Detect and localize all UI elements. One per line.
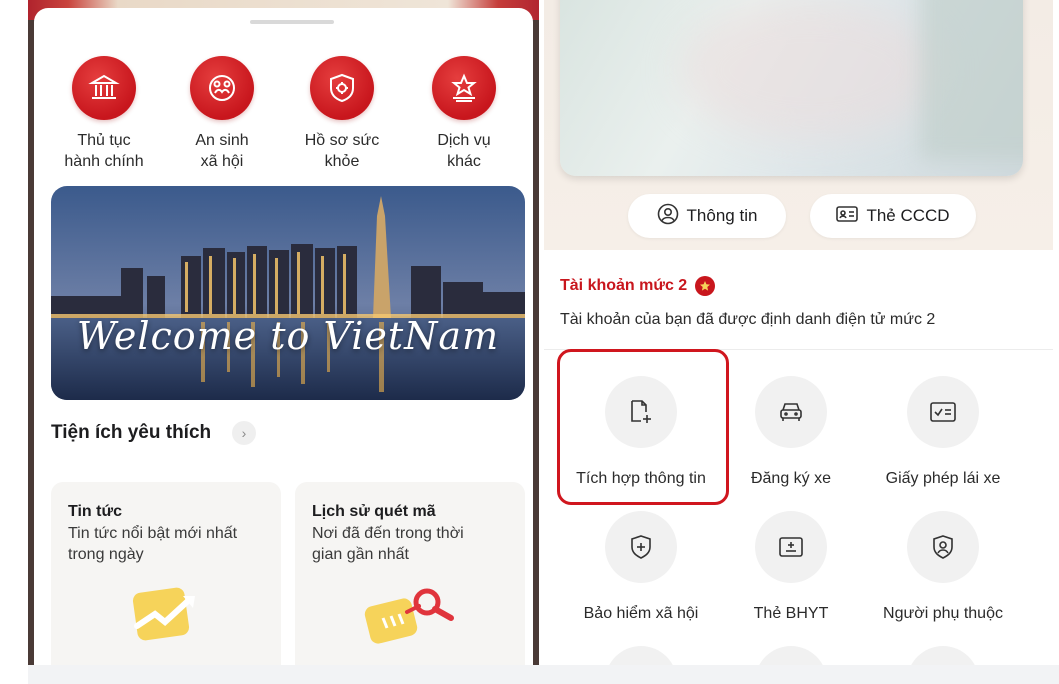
service-nguoi-phu-thuoc[interactable]: Người phụ thuộc [868, 511, 1018, 623]
cccd-button-label: Thẻ CCCD [866, 206, 950, 225]
card-title: Lịch sử quét mã [312, 503, 436, 520]
right-phone-screen: Thông tin Thẻ CCCD Tài khoản mức 2 Tài k… [544, 0, 1053, 665]
service-icon-partial[interactable] [755, 646, 827, 665]
person-circle-icon [657, 203, 679, 230]
account-level-description: Tài khoản của bạn đã được định danh điện… [560, 311, 936, 328]
service-icon-partial[interactable] [605, 646, 677, 665]
favorite-card-tin-tuc[interactable]: Tin tức Tin tức nổi bật mới nhất trong ng… [51, 482, 281, 665]
category-label: An sinh xã hội [195, 132, 249, 170]
service-label: Đăng ký xe [750, 470, 832, 487]
license-card-icon [907, 376, 979, 448]
category-dich-vu-khac[interactable]: Dịch vụ khác [404, 56, 524, 172]
service-icon-partial[interactable] [907, 646, 979, 665]
id-card-icon [836, 205, 859, 228]
government-building-icon [72, 56, 136, 120]
left-phone-screen: Thủ tục hành chính An sinh xã hội Hồ sơ … [28, 0, 539, 665]
service-tich-hop-thong-tin[interactable]: Tích hợp thông tin [566, 376, 716, 488]
id-card-backdrop: Thông tin Thẻ CCCD [544, 0, 1053, 250]
cccd-card-button[interactable]: Thẻ CCCD [810, 194, 976, 238]
account-level-title: Tài khoản mức 2 [560, 276, 716, 296]
service-the-bhyt[interactable]: Thẻ BHYT [716, 511, 866, 623]
id-card-image[interactable] [560, 0, 1023, 176]
service-label: Thẻ BHYT [753, 605, 829, 622]
category-label: Thủ tục hành chính [64, 132, 144, 170]
trending-chart-icon [129, 582, 207, 649]
health-shield-icon [310, 56, 374, 120]
document-add-icon [605, 376, 677, 448]
dependent-person-icon [907, 511, 979, 583]
car-icon [755, 376, 827, 448]
welcome-banner[interactable]: Welcome to VietNam [51, 186, 525, 400]
scan-history-icon [361, 588, 459, 653]
family-care-icon [190, 56, 254, 120]
category-thu-tuc-hanh-chinh[interactable]: Thủ tục hành chính [44, 56, 164, 172]
banner-welcome-text: Welcome to VietNam [76, 314, 500, 358]
star-stand-icon [432, 56, 496, 120]
favorite-card-lich-su-quet-ma[interactable]: Lịch sử quét mã Nơi đã đến trong thời gia… [295, 482, 525, 665]
category-ho-so-suc-khoe[interactable]: Hồ sơ sức khỏe [282, 56, 402, 172]
bottom-sheet: Thủ tục hành chính An sinh xã hội Hồ sơ … [34, 8, 533, 665]
health-card-icon [755, 511, 827, 583]
shield-plus-icon [605, 511, 677, 583]
sheet-drag-handle[interactable] [250, 20, 334, 24]
category-an-sinh-xa-hoi[interactable]: An sinh xã hội [162, 56, 282, 172]
service-bao-hiem-xa-hoi[interactable]: Bảo hiểm xã hội [566, 511, 716, 623]
service-label: Giấy phép lái xe [885, 470, 1001, 487]
category-label: Hồ sơ sức khỏe [304, 132, 380, 170]
category-label: Dịch vụ khác [437, 132, 491, 170]
verified-star-badge-icon [695, 276, 716, 296]
chevron-right-icon[interactable]: › [232, 421, 256, 445]
service-dang-ky-xe[interactable]: Đăng ký xe [716, 376, 866, 488]
card-subtitle: Nơi đã đến trong thời gian gần nhất [312, 525, 464, 563]
service-label: Tích hợp thông tin [576, 470, 706, 487]
card-title: Tin tức [68, 503, 122, 520]
info-button[interactable]: Thông tin [628, 194, 786, 238]
service-label: Bảo hiểm xã hội [583, 605, 699, 622]
info-button-label: Thông tin [686, 206, 758, 225]
favorites-title: Tiện ích yêu thích [51, 422, 212, 443]
bottom-bar [28, 665, 1059, 684]
service-giay-phep-lai-xe[interactable]: Giấy phép lái xe [868, 376, 1018, 488]
service-label: Người phụ thuộc [883, 605, 1003, 622]
card-subtitle: Tin tức nổi bật mới nhất trong ngày [68, 525, 238, 563]
